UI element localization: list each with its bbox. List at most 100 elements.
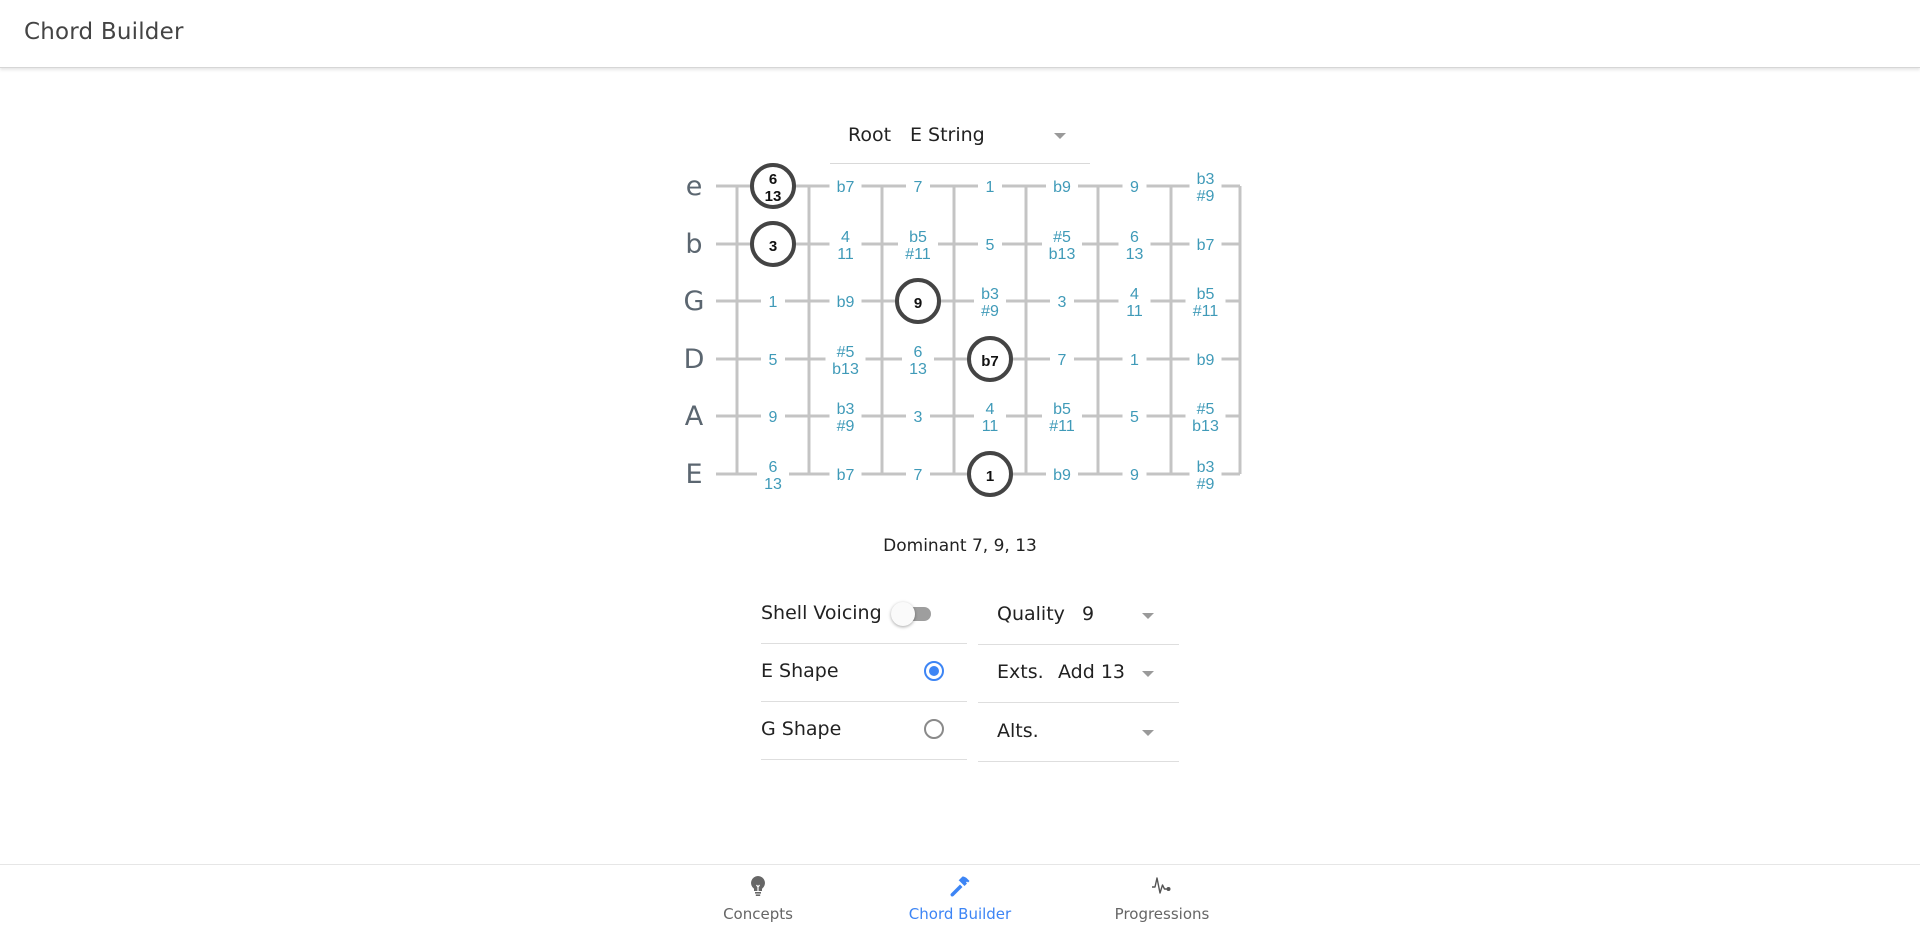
nav-label: Concepts bbox=[723, 905, 793, 923]
quality-select[interactable]: Quality 9 bbox=[978, 587, 1179, 645]
interval-label[interactable]: #5 bbox=[1053, 229, 1071, 246]
e-shape-radio[interactable] bbox=[924, 661, 944, 681]
extensions-label: Exts. bbox=[997, 661, 1044, 683]
app-bar: Chord Builder bbox=[0, 0, 1920, 68]
string-label-G: G bbox=[684, 286, 705, 317]
extensions-select[interactable]: Exts. Add 13 bbox=[978, 645, 1179, 703]
interval-label[interactable]: 1 bbox=[769, 294, 778, 311]
interval-label[interactable]: 9 bbox=[769, 409, 778, 426]
interval-label-alt[interactable]: #9 bbox=[1197, 476, 1215, 493]
interval-label[interactable]: 4 bbox=[986, 401, 995, 418]
chevron-down-icon[interactable] bbox=[1054, 133, 1066, 139]
string-label-E: E bbox=[685, 459, 702, 490]
chevron-down-icon[interactable] bbox=[1142, 671, 1154, 677]
alterations-select[interactable]: Alts. bbox=[978, 704, 1179, 762]
interval-label[interactable]: 6 bbox=[769, 459, 778, 476]
interval-label[interactable]: 9 bbox=[1130, 467, 1139, 484]
string-label-A: A bbox=[685, 401, 704, 432]
interval-label-alt[interactable]: #11 bbox=[1049, 418, 1075, 435]
nav-label: Progressions bbox=[1114, 905, 1210, 923]
string-label-e: e bbox=[686, 171, 703, 202]
interval-label[interactable]: b3 bbox=[1197, 459, 1215, 476]
interval-label[interactable]: 1 bbox=[986, 468, 994, 485]
page-title: Chord Builder bbox=[24, 19, 184, 45]
g-shape-radio[interactable] bbox=[924, 719, 944, 739]
interval-label[interactable]: 5 bbox=[986, 237, 995, 254]
interval-label[interactable]: 6 bbox=[769, 171, 777, 188]
shell-voicing-toggle[interactable] bbox=[891, 602, 933, 626]
string-label-D: D bbox=[684, 344, 705, 375]
interval-label-alt[interactable]: b13 bbox=[832, 361, 859, 378]
interval-label-alt[interactable]: 13 bbox=[909, 361, 927, 378]
interval-label[interactable]: b3 bbox=[837, 401, 855, 418]
interval-label[interactable]: 4 bbox=[1130, 286, 1139, 303]
interval-label[interactable]: 6 bbox=[1130, 229, 1139, 246]
interval-label[interactable]: 9 bbox=[914, 295, 922, 312]
interval-label[interactable]: b9 bbox=[1197, 352, 1215, 369]
g-shape-row[interactable]: G Shape bbox=[761, 702, 967, 760]
chevron-down-icon[interactable] bbox=[1142, 730, 1154, 736]
interval-label[interactable]: b3 bbox=[1197, 171, 1215, 188]
interval-label-alt[interactable]: b13 bbox=[1049, 246, 1076, 263]
nav-concepts[interactable]: Concepts bbox=[658, 865, 858, 931]
interval-label-alt[interactable]: 13 bbox=[764, 476, 782, 493]
interval-label-alt[interactable]: #9 bbox=[981, 303, 999, 320]
interval-label-alt[interactable]: 13 bbox=[1126, 246, 1144, 263]
interval-label[interactable]: 6 bbox=[914, 344, 923, 361]
alterations-label: Alts. bbox=[997, 720, 1039, 742]
interval-label-alt[interactable]: #11 bbox=[905, 246, 931, 263]
interval-label-alt[interactable]: 11 bbox=[837, 246, 854, 263]
shell-voicing-label: Shell Voicing bbox=[761, 602, 882, 624]
nav-progressions[interactable]: Progressions bbox=[1062, 865, 1262, 931]
interval-label[interactable]: 3 bbox=[769, 238, 777, 255]
interval-label[interactable]: b7 bbox=[1197, 237, 1215, 254]
interval-label[interactable]: #5 bbox=[1197, 401, 1215, 418]
quality-value[interactable]: 9 bbox=[1082, 603, 1094, 625]
interval-label[interactable]: b7 bbox=[837, 467, 855, 484]
quality-label: Quality bbox=[997, 603, 1065, 625]
interval-label[interactable]: 1 bbox=[986, 179, 995, 196]
interval-label-alt[interactable]: 13 bbox=[765, 188, 782, 205]
interval-label-alt[interactable]: b13 bbox=[1192, 418, 1219, 435]
nav-chord-builder[interactable]: Chord Builder bbox=[860, 865, 1060, 931]
extensions-value[interactable]: Add 13 bbox=[1058, 661, 1125, 683]
interval-label[interactable]: 3 bbox=[1058, 294, 1067, 311]
bottom-navigation: Concepts Chord Builder Progressions bbox=[0, 864, 1920, 931]
chord-name: Dominant 7, 9, 13 bbox=[883, 536, 1037, 556]
interval-label[interactable]: #5 bbox=[837, 344, 855, 361]
interval-label[interactable]: 9 bbox=[1130, 179, 1139, 196]
interval-label[interactable]: b3 bbox=[981, 286, 999, 303]
interval-label[interactable]: b5 bbox=[1197, 286, 1215, 303]
interval-label-alt[interactable]: #9 bbox=[1197, 188, 1215, 205]
root-select[interactable]: Root E String bbox=[830, 116, 1090, 164]
interval-label-alt[interactable]: 11 bbox=[982, 418, 999, 435]
root-label: Root bbox=[848, 124, 892, 146]
pulse-icon bbox=[1152, 877, 1171, 894]
interval-label[interactable]: 7 bbox=[1058, 352, 1067, 369]
interval-label-alt[interactable]: 11 bbox=[1126, 303, 1143, 320]
interval-label[interactable]: b5 bbox=[909, 229, 927, 246]
interval-label[interactable]: 7 bbox=[914, 467, 923, 484]
interval-label[interactable]: 7 bbox=[914, 179, 923, 196]
e-shape-label: E Shape bbox=[761, 660, 839, 682]
interval-label[interactable]: 1 bbox=[1130, 352, 1139, 369]
interval-label[interactable]: b7 bbox=[981, 353, 999, 370]
interval-label[interactable]: 5 bbox=[769, 352, 778, 369]
interval-label[interactable]: 3 bbox=[914, 409, 923, 426]
interval-label[interactable]: b5 bbox=[1053, 401, 1071, 418]
interval-label[interactable]: b9 bbox=[1053, 467, 1071, 484]
interval-label[interactable]: b9 bbox=[1053, 179, 1071, 196]
interval-label-alt[interactable]: #9 bbox=[837, 418, 855, 435]
interval-label[interactable]: b7 bbox=[837, 179, 855, 196]
nav-label: Chord Builder bbox=[908, 905, 1012, 923]
root-value[interactable]: E String bbox=[910, 124, 985, 146]
interval-label[interactable]: 4 bbox=[841, 229, 850, 246]
toggle-thumb[interactable] bbox=[891, 602, 915, 626]
interval-label[interactable]: b9 bbox=[837, 294, 855, 311]
interval-label-alt[interactable]: #11 bbox=[1193, 303, 1219, 320]
string-label-b: b bbox=[685, 229, 702, 260]
chevron-down-icon[interactable] bbox=[1142, 613, 1154, 619]
e-shape-row[interactable]: E Shape bbox=[761, 644, 967, 702]
interval-label[interactable]: 5 bbox=[1130, 409, 1139, 426]
fretboard: ebGDAE613b7 7 1 b9 9 b3#93411b5#115 #5b13613b7… bbox=[684, 163, 1242, 497]
